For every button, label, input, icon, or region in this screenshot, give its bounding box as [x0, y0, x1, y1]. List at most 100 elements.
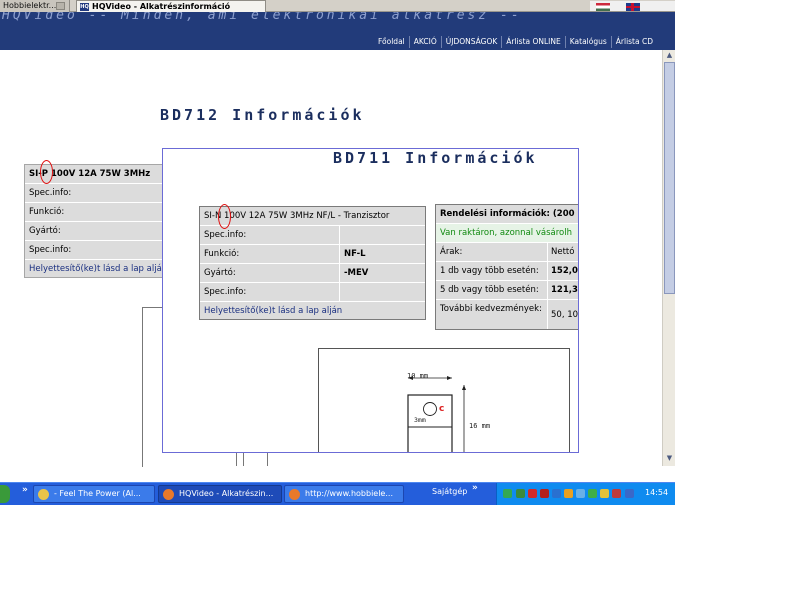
highlight-circle [40, 160, 53, 184]
tray-bars-icon[interactable] [552, 489, 561, 498]
bd712-row-manufacturer: Gyártó: [25, 222, 163, 241]
nav-pricelist-online[interactable]: Árlista ONLINE [501, 36, 564, 48]
bd711-spec-table: SI-N 100V 12A 75W 3MHz NF/L - Tranziszto… [199, 206, 426, 321]
row-key: Funkció: [200, 245, 340, 263]
nav-pricelist-cd[interactable]: Árlista CD [610, 36, 657, 48]
package-drawing [407, 376, 466, 452]
mounting-hole [423, 402, 437, 416]
bd711-overlay: BD711 Információk SI-N 100V 12A 75W 3MHz… [162, 148, 579, 453]
scrollbar-thumb[interactable] [664, 62, 675, 294]
nav-home[interactable]: Főoldal [374, 36, 409, 48]
firefox-icon [289, 489, 300, 500]
my-computer-toolbar[interactable]: Sajátgép [432, 487, 467, 496]
scroll-up-icon[interactable]: ▲ [664, 50, 675, 61]
row-key: 1 db vagy több esetén: [436, 262, 548, 280]
package-diagram [318, 348, 570, 452]
tab-label: HQVideo - Alkatrészinformáció [92, 2, 231, 11]
row-value: NF-L [344, 249, 366, 259]
price-label: Árak: [436, 243, 548, 261]
folder-icon [38, 489, 49, 500]
tray-p-icon[interactable] [503, 489, 512, 498]
taskbar-item-hqvideo[interactable]: HQVideo - Alkatrészin... [158, 485, 282, 503]
tab-label: Hobbielektr... [3, 1, 57, 10]
hole-label: 3mm [414, 416, 426, 424]
bd711-spec-header: SI-N 100V 12A 75W 3MHz NF/L - Tranziszto… [200, 207, 425, 226]
discount-value: 50, 10 [551, 310, 579, 320]
row-value: -MEV [344, 268, 369, 278]
tray-network-icon[interactable] [516, 489, 525, 498]
table-row: További kedvezmények: 50, 10 [436, 300, 579, 329]
tray-antivirus-icon[interactable] [528, 489, 537, 498]
task-label: http://www.hobbiele... [305, 489, 393, 498]
table-row: 1 db vagy több esetén: 152,0 [436, 262, 578, 281]
firefox-icon [163, 489, 174, 500]
height-label: 16 mm [469, 422, 491, 430]
price-column: Nettó [551, 247, 575, 257]
arrow-right-icon [447, 376, 452, 380]
pin-label: c [439, 404, 445, 414]
vertical-scrollbar[interactable]: ▲ ▼ [662, 50, 675, 466]
arrow-up-icon [462, 385, 466, 390]
taskbar-item-hobbielektronika[interactable]: http://www.hobbiele... [284, 485, 404, 503]
table-row: Árak: Nettó [436, 243, 578, 262]
bd711-replacement-link[interactable]: Helyettesítő(ke)t lásd a lap alján [200, 302, 425, 321]
order-header: Rendelési információk: (200 [436, 205, 578, 224]
site-tagline: HQVideo -- Minden, ami elektronikai alka… [2, 12, 522, 23]
tray-speaker-icon[interactable] [625, 489, 634, 498]
table-row: Funkció: NF-L [200, 245, 425, 264]
nav-catalog[interactable]: Katalógus [564, 36, 611, 48]
bd712-row-spec2: Spec.info: [25, 241, 163, 260]
nav-sale[interactable]: AKCIÓ [408, 36, 441, 48]
row-value [340, 226, 425, 244]
bd711-page-title: BD711 Információk [333, 149, 538, 167]
top-navigation: Főoldal AKCIÓ ÚJDONSÁGOK Árlista ONLINE … [374, 36, 657, 48]
system-tray: 14:54 [496, 483, 675, 505]
package-outline [407, 394, 453, 452]
scroll-down-icon[interactable]: ▼ [664, 453, 675, 464]
row-value: 121,3 [551, 285, 578, 295]
width-label: 10 mm [407, 372, 429, 380]
task-label: - Feel The Power (Al... [54, 489, 141, 498]
bd711-order-table: Rendelési információk: (200 Van raktáron… [435, 204, 579, 330]
taskbar-item-feel-the-power[interactable]: - Feel The Power (Al... [33, 485, 155, 503]
nav-new[interactable]: ÚJDONSÁGOK [440, 36, 502, 48]
tray-blue-icon[interactable] [576, 489, 585, 498]
highlight-circle [218, 204, 231, 229]
row-key: Spec.info: [200, 226, 340, 244]
table-row: Spec.info: [200, 226, 425, 245]
row-value [340, 283, 425, 301]
bd712-row-spec: Spec.info: [25, 184, 163, 203]
tray-red-icon[interactable] [540, 489, 549, 498]
tab-bar: Hobbielektr... HQ HQVideo - Alkatrészinfo… [0, 0, 675, 12]
start-button[interactable] [0, 485, 10, 503]
tray-yellow-icon[interactable] [600, 489, 609, 498]
tray-green-icon[interactable] [588, 489, 597, 498]
bd712-replacement-link[interactable]: Helyettesítő(ke)t lásd a lap alján [25, 260, 163, 277]
tray-shield-icon[interactable] [612, 489, 621, 498]
toolbar-chevron-icon[interactable]: » [472, 483, 478, 493]
hqvideo-favicon-icon: HQ [80, 3, 89, 11]
hungarian-flag-icon[interactable] [596, 3, 610, 11]
tab-hobbielektronika[interactable]: Hobbielektr... [0, 0, 70, 12]
bd712-page-title: BD712 Információk [160, 106, 365, 124]
english-flag-icon[interactable] [626, 3, 640, 11]
table-row: Gyártó: -MEV [200, 264, 425, 283]
tab-hqvideo[interactable]: HQHQVideo - Alkatrészinformáció × [76, 0, 266, 12]
stock-status: Van raktáron, azonnal vásárolh [436, 224, 578, 243]
row-value: 152,0 [551, 266, 578, 276]
row-key: Spec.info: [200, 283, 340, 301]
table-row: 5 db vagy több esetén: 121,3 [436, 281, 578, 300]
row-key: 5 db vagy több esetén: [436, 281, 548, 299]
row-key: Gyártó: [200, 264, 340, 282]
taskbar: » - Feel The Power (Al... HQVideo - Alka… [0, 482, 675, 505]
bd712-diagram-pins [236, 452, 274, 466]
tray-orange-icon[interactable] [564, 489, 573, 498]
screen: Hobbielektr... HQ HQVideo - Alkatrészinfo… [0, 0, 675, 505]
bd712-row-function: Funkció: [25, 203, 163, 222]
clock[interactable]: 14:54 [645, 488, 668, 497]
quicklaunch-chevron-icon[interactable]: » [22, 485, 28, 495]
discount-label: További kedvezmények: [436, 300, 548, 329]
task-label: HQVideo - Alkatrészin... [179, 489, 274, 498]
close-icon[interactable] [56, 2, 65, 10]
table-row: Spec.info: [200, 283, 425, 302]
